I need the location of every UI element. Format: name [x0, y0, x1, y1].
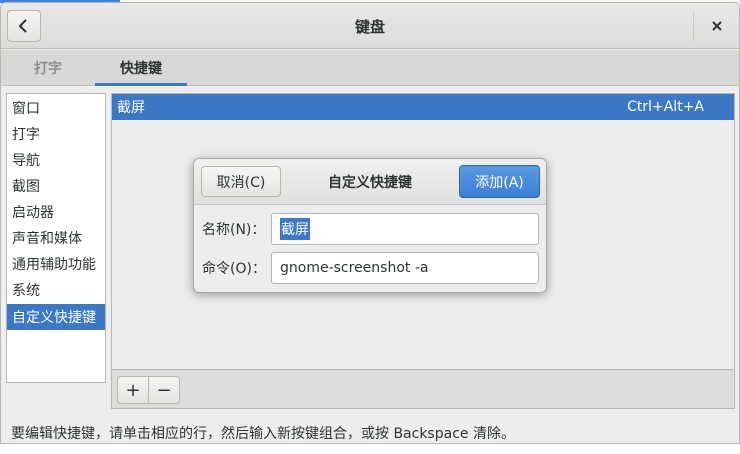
dialog-title: 自定义快捷键	[328, 175, 412, 191]
shortcut-category-list: 窗口 打字 导航 截图 启动器 声音和媒体 通用辅助功能 系统 自定义快捷键	[6, 93, 106, 383]
minus-icon: −	[156, 379, 172, 401]
tab-bar: 打字 快捷键	[1, 50, 739, 86]
name-field-value: 截屏	[280, 218, 310, 240]
cancel-button[interactable]: 取消(C)	[201, 166, 281, 197]
tab-shortcuts[interactable]: 快捷键	[95, 50, 187, 86]
shortcut-accel: Ctrl+Alt+A	[627, 99, 704, 115]
sidebar-item-sound-media[interactable]: 声音和媒体	[7, 225, 105, 251]
help-text: 要编辑快捷键，请单击相应的行，然后输入新按键组合，或按 Backspace 清除…	[11, 426, 515, 442]
sidebar-item-system[interactable]: 系统	[7, 277, 105, 303]
name-label: 名称(N)：	[202, 222, 266, 238]
background-window-content	[0, 444, 740, 454]
dialog-header: 取消(C) 自定义快捷键 添加(A)	[194, 159, 546, 205]
header-separator	[693, 11, 694, 41]
add-shortcut-button[interactable]: +	[117, 376, 149, 404]
shortcut-name: 截屏	[117, 100, 145, 116]
close-button[interactable]	[701, 11, 733, 41]
sidebar-item-navigation[interactable]: 导航	[7, 147, 105, 173]
window-title: 键盘	[354, 17, 385, 36]
command-label: 命令(O)：	[202, 261, 266, 277]
remove-shortcut-button[interactable]: −	[148, 376, 180, 404]
command-field[interactable]: gnome-screenshot -a	[271, 252, 539, 284]
close-icon	[712, 21, 722, 31]
command-field-value: gnome-screenshot -a	[280, 260, 429, 276]
sidebar-item-windows[interactable]: 窗口	[7, 95, 105, 121]
add-button[interactable]: 添加(A)	[459, 165, 540, 198]
plus-icon: +	[125, 379, 141, 401]
header-bar: 键盘	[1, 3, 739, 49]
tab-typing[interactable]: 打字	[15, 50, 81, 86]
list-toolbar: + −	[111, 369, 735, 409]
name-field[interactable]: 截屏	[271, 213, 539, 245]
sidebar-item-typing[interactable]: 打字	[7, 121, 105, 147]
sidebar-item-launchers[interactable]: 启动器	[7, 199, 105, 225]
sidebar-item-custom-shortcuts[interactable]: 自定义快捷键	[7, 304, 105, 330]
sidebar-item-universal-access[interactable]: 通用辅助功能	[7, 251, 105, 277]
sidebar-item-screenshots[interactable]: 截图	[7, 173, 105, 199]
custom-shortcut-dialog: 取消(C) 自定义快捷键 添加(A) 名称(N)： 截屏 命令(O)： gnom…	[193, 158, 547, 293]
shortcut-row[interactable]: 截屏 Ctrl+Alt+A	[112, 94, 734, 120]
